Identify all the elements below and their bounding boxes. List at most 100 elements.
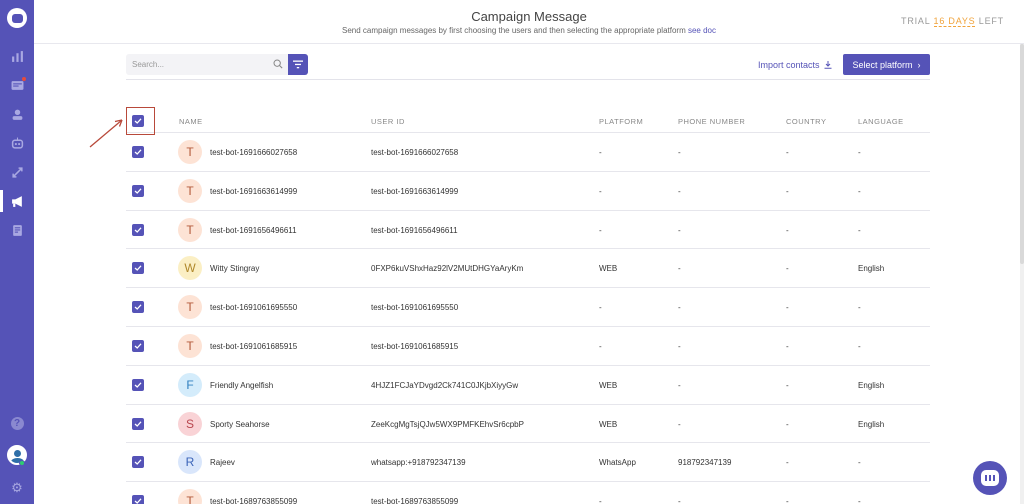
table-row[interactable]: Ttest-bot-1691061695550 test-bot-16910616… (126, 288, 930, 327)
cell-language: - (858, 186, 861, 196)
trial-prefix: TRIAL (901, 16, 931, 26)
search-box (126, 54, 288, 75)
trial-days: 16 DAYS (933, 16, 976, 27)
bot-icon[interactable] (0, 135, 34, 151)
app: ? ⚙ Campaign Message Send campaign messa… (0, 0, 1024, 504)
cell-name[interactable]: Sporty Seahorse (210, 420, 270, 429)
table-row[interactable]: S Sporty Seahorse ZeeKcgMgTsjQJw5WX9PMFKEh… (126, 405, 930, 444)
cell-country: - (786, 148, 789, 157)
column-header-name[interactable]: NAME (179, 117, 203, 126)
cell-phone-number: - (678, 303, 681, 313)
cell-country: - (786, 419, 789, 429)
column-header-country[interactable]: COUNTRY (786, 117, 826, 126)
page-title: Campaign Message (471, 9, 587, 24)
row-checkbox[interactable] (132, 378, 144, 391)
user-avatar: T (178, 295, 202, 320)
cell-name[interactable]: test-bot-1691061685915 (210, 342, 297, 351)
chat-icon (981, 470, 999, 486)
see-doc-link[interactable]: see doc (688, 26, 716, 35)
inbox-icon[interactable] (0, 77, 34, 93)
import-contacts-button[interactable]: Import contacts (758, 60, 832, 70)
sidebar-bottom: ? ⚙ (0, 417, 34, 496)
table-row[interactable]: Ttest-bot-1691663614999 test-bot-16916636… (126, 172, 930, 211)
row-checkbox[interactable] (132, 262, 144, 275)
user-avatar: T (178, 178, 202, 203)
cell-user-id: ZeeKcgMgTsjQJw5WX9PMFKEhvSr6cpbP (371, 419, 524, 429)
select-platform-button[interactable]: Select platform › (843, 54, 930, 75)
header: Campaign Message Send campaign messages … (34, 0, 1024, 44)
cell-country: - (786, 264, 789, 274)
highlight-annotation (126, 107, 155, 135)
cell-name[interactable]: test-bot-1691656496611 (210, 226, 297, 235)
cell-user-id: whatsapp:+918792347139 (371, 458, 466, 468)
cell-name[interactable]: test-bot-1691666027658 (210, 148, 297, 157)
cell-country: - (786, 380, 789, 390)
cell-name[interactable]: Rajeev (210, 458, 235, 467)
table-row[interactable]: F Friendly Angelfish 4HJZ1FCJaYDvgd2Ck741C… (126, 366, 930, 405)
search-input[interactable] (126, 54, 256, 75)
column-header-language[interactable]: LANGUAGE (858, 117, 904, 126)
chat-widget-button[interactable] (973, 461, 1007, 495)
table-row[interactable]: Ttest-bot-1691666027658 test-bot-16916660… (126, 133, 930, 172)
column-header-user-id[interactable]: USER ID (371, 117, 405, 126)
table-row[interactable]: Ttest-bot-1691061685915 test-bot-16910616… (126, 327, 930, 366)
row-checkbox[interactable] (132, 495, 144, 504)
user-avatar: S (178, 411, 202, 436)
cell-platform: - (599, 186, 602, 196)
cell-language: - (858, 497, 861, 504)
filter-button[interactable] (288, 54, 308, 75)
row-checkbox[interactable] (132, 339, 144, 352)
cell-phone-number: - (678, 186, 681, 196)
row-checkbox[interactable] (132, 184, 144, 197)
cell-name[interactable]: test-bot-1691663614999 (210, 187, 297, 196)
cell-language: English (858, 419, 885, 429)
table-row[interactable]: W Witty Stingray 0FXP6kuVShxHaz92lV2MUtDHG… (126, 249, 930, 289)
campaign-icon[interactable] (0, 190, 34, 212)
page-subtitle: Send campaign messages by first choosing… (34, 26, 1024, 35)
cell-country: - (786, 303, 789, 313)
trial-badge[interactable]: TRIAL 16 DAYS LEFT (901, 16, 1004, 27)
cell-phone-number: - (678, 341, 681, 351)
user-avatar: R (178, 450, 202, 475)
cell-platform: WEB (599, 419, 618, 429)
table-row[interactable]: R Rajeev whatsapp:+918792347139 WhatsApp 918… (126, 443, 930, 483)
logo[interactable] (7, 8, 27, 28)
row-checkbox[interactable] (132, 223, 144, 236)
docs-icon[interactable] (0, 222, 34, 238)
integrations-icon[interactable] (0, 164, 34, 180)
chart-icon[interactable] (0, 48, 34, 64)
cell-platform: WhatsApp (599, 458, 636, 468)
filter-icon (293, 60, 303, 69)
help-icon[interactable]: ? (10, 417, 24, 430)
column-header-phone-number[interactable]: PHONE NUMBER (678, 117, 745, 126)
column-header-platform[interactable]: PLATFORM (599, 117, 643, 126)
cell-language: English (858, 264, 885, 274)
cell-platform: - (599, 303, 602, 313)
cell-name[interactable]: Friendly Angelfish (210, 381, 273, 390)
table-row[interactable]: Ttest-bot-1691656496611 test-bot-16916564… (126, 211, 930, 250)
cell-country: - (786, 225, 789, 235)
search-icon[interactable] (273, 59, 283, 69)
cell-language: English (858, 380, 885, 390)
cell-phone-number: - (678, 148, 681, 157)
cell-country: - (786, 497, 789, 504)
scrollbar[interactable] (1020, 44, 1024, 504)
cell-name[interactable]: test-bot-1691061695550 (210, 303, 297, 312)
cell-platform: WEB (599, 264, 618, 274)
row-checkbox[interactable] (132, 417, 144, 430)
cell-language: - (858, 225, 861, 235)
online-status-dot (19, 460, 25, 466)
cell-platform: - (599, 148, 602, 157)
cell-name[interactable]: Witty Stingray (210, 264, 259, 273)
cell-name[interactable]: test-bot-1689763855099 (210, 497, 297, 504)
row-checkbox[interactable] (132, 146, 144, 158)
cell-country: - (786, 186, 789, 196)
table-row[interactable]: Ttest-bot-1689763855099 test-bot-16897638… (126, 482, 930, 504)
gear-icon[interactable]: ⚙ (11, 480, 23, 496)
users-icon[interactable] (0, 106, 34, 122)
chevron-right-icon: › (917, 59, 921, 70)
cell-user-id: test-bot-1689763855099 (371, 497, 459, 504)
cell-platform: - (599, 341, 602, 351)
row-checkbox[interactable] (132, 301, 144, 314)
row-checkbox[interactable] (132, 456, 144, 469)
